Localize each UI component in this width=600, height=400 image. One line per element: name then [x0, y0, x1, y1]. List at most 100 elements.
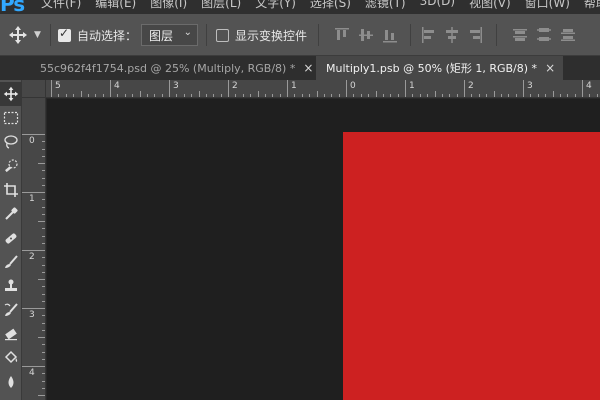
chevron-down-icon[interactable]: ▼ [34, 14, 41, 56]
align-right-edges-button[interactable] [468, 26, 484, 44]
ruler-label: 4 [586, 81, 592, 91]
distribute-top-edges-button[interactable] [512, 26, 528, 44]
align-vertical-centers-button[interactable] [358, 26, 374, 44]
ruler-label: 1 [409, 81, 415, 91]
tab-title: Multiply1.psb @ 50% (矩形 1, RGB/8) * [326, 62, 538, 75]
stamp-icon [5, 279, 17, 291]
menu-items: 文件(F) 编辑(E) 图像(I) 图层(L) 文字(Y) 选择(S) 滤镜(T… [34, 0, 600, 11]
horizontal-ruler[interactable]: 5 4 3 2 1 0 1 2 3 4 [46, 80, 600, 98]
distribute-vertical-center-icon [537, 28, 551, 41]
ruler-label: 0 [350, 81, 356, 91]
horizontal-ruler-ticks [51, 80, 598, 97]
menu-layer[interactable]: 图层(L) [194, 0, 248, 11]
ruler-label: 4 [29, 368, 35, 378]
auto-select-target-value: 图层 [149, 28, 174, 43]
ruler-label: 3 [173, 81, 179, 91]
menu-window[interactable]: 窗口(W) [518, 0, 577, 11]
lasso-icon [4, 135, 18, 149]
align-left-icon [422, 27, 434, 43]
ruler-label: 0 [29, 136, 35, 146]
auto-select-label: 自动选择： [77, 28, 138, 43]
crop-icon [4, 183, 18, 197]
close-icon[interactable]: × [545, 61, 555, 75]
paint-bucket-icon [4, 350, 18, 364]
document-canvas-red-rectangle[interactable] [343, 132, 600, 400]
distribute-bottom-icon [561, 29, 575, 41]
lasso-tool[interactable] [0, 130, 22, 154]
eyedropper-icon [5, 207, 18, 220]
options-bar: ▼ 自动选择： 图层 ⌄ 显示变换控件 [0, 14, 600, 56]
ruler-label: 5 [55, 81, 61, 91]
document-tab-bar: 55c962f4f1754.psd @ 25% (Multiply, RGB/8… [0, 56, 600, 80]
eraser-tool[interactable] [0, 322, 22, 346]
eyedropper-tool[interactable] [0, 202, 22, 226]
divider [318, 24, 319, 46]
ruler-label: 3 [29, 310, 35, 320]
menu-edit[interactable]: 编辑(E) [88, 0, 143, 11]
move-tool-preset-button[interactable] [8, 14, 28, 56]
align-right-icon [470, 27, 482, 43]
align-horizontal-center-icon [446, 27, 458, 43]
ruler-label: 2 [29, 252, 35, 262]
move-icon [8, 25, 28, 45]
brush-tool[interactable] [0, 250, 22, 274]
menu-select[interactable]: 选择(S) [303, 0, 358, 11]
align-bottom-icon [383, 30, 397, 43]
menu-image[interactable]: 图像(I) [143, 0, 194, 11]
menu-filter[interactable]: 滤镜(T) [358, 0, 413, 11]
auto-select-checkbox[interactable] [58, 26, 71, 42]
align-bottom-edges-button[interactable] [382, 26, 398, 44]
distribute-bottom-edges-button[interactable] [560, 26, 576, 44]
distribute-top-icon [513, 29, 527, 41]
divider [50, 24, 51, 46]
healing-brush-tool[interactable] [0, 226, 22, 250]
history-brush-tool[interactable] [0, 298, 22, 322]
document-tab-inactive[interactable]: 55c962f4f1754.psd @ 25% (Multiply, RGB/8… [40, 56, 313, 80]
align-left-edges-button[interactable] [420, 26, 436, 44]
bandage-icon [5, 233, 17, 244]
align-vertical-center-icon [359, 29, 373, 41]
ruler-origin[interactable] [22, 80, 46, 98]
brush-icon [5, 255, 18, 268]
blur-tool[interactable] [0, 370, 22, 394]
history-brush-icon [4, 303, 18, 316]
align-top-edges-button[interactable] [334, 26, 350, 44]
auto-select-target-dropdown[interactable]: 图层 ⌄ [141, 24, 198, 46]
align-top-icon [335, 28, 349, 40]
crop-tool[interactable] [0, 178, 22, 202]
menu-help[interactable]: 帮助 [577, 0, 600, 11]
chevron-down-icon: ⌄ [183, 27, 192, 38]
show-transform-checkbox[interactable] [216, 28, 229, 42]
menu-3d[interactable]: 3D(D) [413, 0, 462, 11]
ruler-label: 3 [527, 81, 533, 91]
clone-stamp-tool[interactable] [0, 274, 22, 298]
menu-file[interactable]: 文件(F) [34, 0, 88, 11]
show-transform-label: 显示变换控件 [235, 28, 308, 43]
tools-panel [0, 80, 22, 400]
ruler-label: 2 [468, 81, 474, 91]
auto-select-option[interactable]: 自动选择： [58, 14, 137, 56]
blur-icon [8, 376, 14, 388]
show-transform-option[interactable]: 显示变换控件 [216, 14, 307, 56]
quick-selection-tool[interactable] [0, 154, 22, 178]
paint-bucket-tool[interactable] [0, 346, 22, 370]
move-tool[interactable] [0, 82, 22, 106]
align-horizontal-centers-button[interactable] [444, 26, 460, 44]
divider [410, 24, 411, 46]
eraser-icon [5, 328, 17, 341]
close-icon[interactable]: × [303, 61, 313, 75]
tab-title: 55c962f4f1754.psd @ 25% (Multiply, RGB/8… [40, 61, 296, 75]
ruler-label: 4 [114, 81, 120, 91]
distribute-vertical-centers-button[interactable] [536, 26, 552, 44]
menu-type[interactable]: 文字(Y) [248, 0, 303, 11]
ruler-label: 2 [232, 81, 238, 91]
move-icon [3, 86, 19, 102]
ruler-label: 1 [291, 81, 297, 91]
vertical-ruler[interactable]: 0 1 2 3 4 [22, 98, 46, 400]
menu-view[interactable]: 视图(V) [462, 0, 518, 11]
menu-bar: Ps 文件(F) 编辑(E) 图像(I) 图层(L) 文字(Y) 选择(S) 滤… [0, 0, 600, 14]
marquee-tool[interactable] [0, 106, 22, 130]
ruler-label: 1 [29, 194, 35, 204]
document-tab-active[interactable]: Multiply1.psb @ 50% (矩形 1, RGB/8) * × [316, 56, 564, 80]
divider [206, 24, 207, 46]
